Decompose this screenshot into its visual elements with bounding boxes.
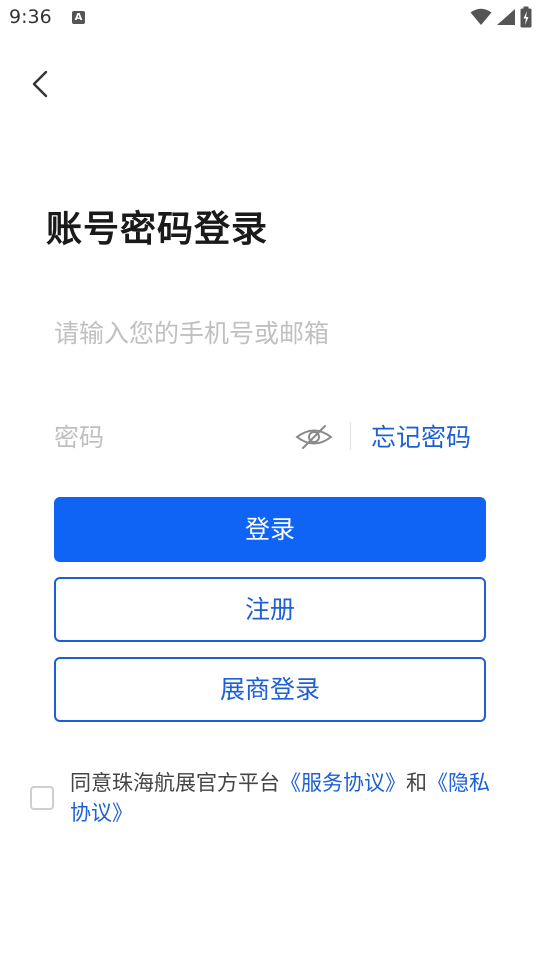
battery-charging-icon (520, 6, 532, 28)
password-input[interactable] (54, 412, 284, 462)
page-title: 账号密码登录 (46, 209, 269, 250)
field-divider (350, 422, 351, 450)
wifi-icon (470, 8, 492, 25)
account-field (54, 308, 486, 358)
register-button[interactable]: 注册 (54, 577, 486, 642)
password-field: 忘记密码 (54, 412, 486, 462)
password-visibility-toggle[interactable] (294, 420, 334, 454)
exhibitor-login-button[interactable]: 展商登录 (54, 657, 486, 722)
agreement-text: 同意珠海航展官方平台《服务协议》和《隐私协议》 (70, 768, 502, 828)
login-button[interactable]: 登录 (54, 497, 486, 562)
forgot-password-link[interactable]: 忘记密码 (371, 418, 471, 454)
notification-icon: A (72, 11, 85, 24)
signal-icon (497, 9, 515, 25)
account-input[interactable] (54, 308, 486, 358)
status-bar: 9:36 A (0, 0, 540, 36)
service-agreement-link[interactable]: 《服务协议》 (280, 771, 406, 795)
eye-off-icon (295, 425, 333, 449)
status-icons (470, 6, 532, 28)
status-time: 9:36 (9, 6, 52, 28)
back-button[interactable] (22, 64, 58, 104)
chevron-left-icon (32, 70, 48, 98)
agreement-conjunction: 和 (406, 771, 427, 795)
agreement-checkbox[interactable] (30, 786, 54, 810)
agreement-prefix: 同意珠海航展官方平台 (70, 771, 280, 795)
